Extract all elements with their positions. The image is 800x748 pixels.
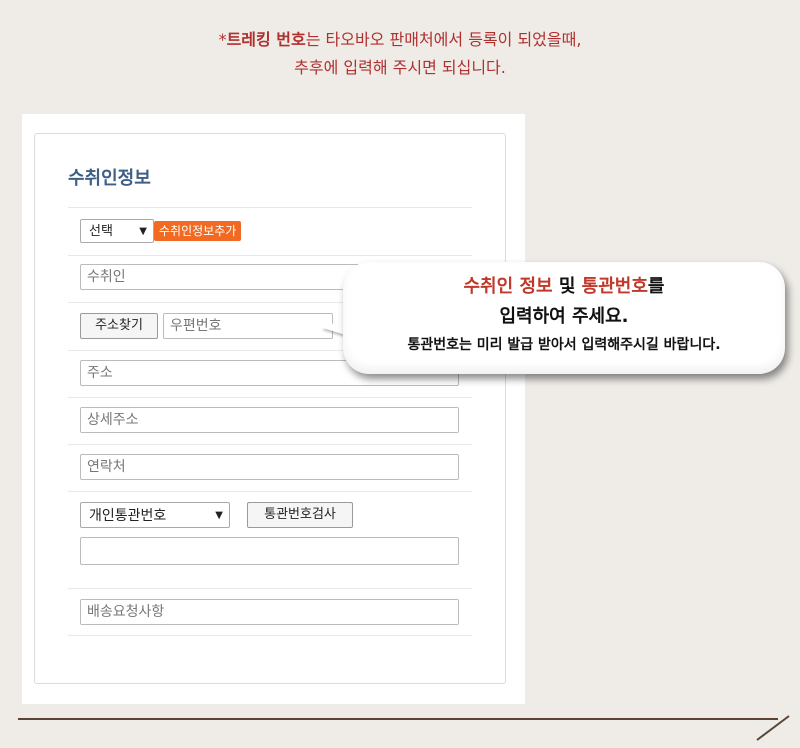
address-detail-input[interactable]: 상세주소 [80,407,459,433]
contact-input[interactable]: 연락처 [80,454,459,480]
bubble-line-1: 수취인 정보 및 통관번호를 [343,272,785,302]
recipient-info-card: 수취인정보 선택 ▼ 수취인정보추가 수취인 주소찾기 우편번호 주소 상세주소… [34,133,506,684]
delivery-request-input[interactable]: 배송요청사항 [80,599,459,625]
row-divider [68,491,472,492]
row-divider [68,635,472,636]
customs-number-input[interactable] [80,537,459,565]
recipient-input[interactable]: 수취인 [80,264,380,290]
bubble-highlight-customs: 통관번호 [581,276,648,297]
notice-prefix: * [218,30,227,49]
address-search-button[interactable]: 주소찾기 [80,313,158,339]
tracking-notice: *트레킹 번호는 타오바오 판매처에서 등록이 되었을때, 추후에 입력해 주시… [0,26,800,82]
row-divider [68,207,472,208]
row-divider [68,397,472,398]
row-divider [68,588,472,589]
speech-bubble: 수취인 정보 및 통관번호를 입력하여 주세요. 통관번호는 미리 발급 받아서… [343,262,785,374]
customs-type-value: 개인통관번호 [89,508,167,524]
notice-line-1: *트레킹 번호는 타오바오 판매처에서 등록이 되었을때, [0,26,800,54]
bubble-and: 및 [552,276,582,297]
customs-check-button[interactable]: 통관번호검사 [247,502,353,528]
notice-bold: 트레킹 번호 [226,30,306,49]
recipient-select[interactable]: 선택 ▼ [80,219,154,243]
recipient-select-value: 선택 [89,224,113,239]
notice-rest: 는 타오바오 판매처에서 등록이 되었을때, [305,30,582,49]
row-divider [68,444,472,445]
chevron-down-icon: ▼ [215,510,223,521]
add-recipient-button[interactable]: 수취인정보추가 [154,221,242,241]
card-title: 수취인정보 [68,168,151,189]
chevron-down-icon: ▼ [139,226,147,237]
notice-line-2: 추후에 입력해 주시면 되십니다. [294,58,506,77]
bubble-particle: 를 [647,276,665,297]
bottom-divider [18,718,778,720]
divider-arrow-decoration [756,715,790,741]
bubble-line-2: 입력하여 주세요. [499,306,629,327]
bubble-highlight-recipient: 수취인 정보 [463,276,553,297]
postal-code-input[interactable]: 우편번호 [163,313,333,339]
row-divider [68,255,472,256]
bubble-line-3: 통관번호는 미리 발급 받아서 입력해주시길 바랍니다. [407,337,721,353]
customs-type-select[interactable]: 개인통관번호 ▼ [80,502,230,528]
